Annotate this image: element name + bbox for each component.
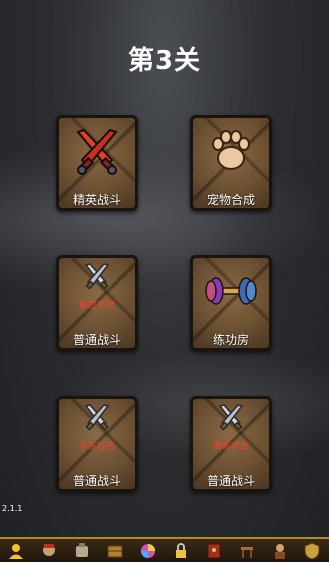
normal-battle-label: 普通战斗: [72, 333, 121, 347]
barbarian-icon[interactable]: [270, 541, 290, 561]
battle-modifier-label: 飘忽不定: [78, 301, 115, 311]
normal-battle-label: 普通战斗: [206, 474, 255, 488]
lock-icon[interactable]: [171, 541, 191, 561]
normal-battle-tile-2[interactable]: 冰冻打击 普通战斗: [56, 396, 138, 492]
background-fog: [0, 150, 329, 290]
crossed-swords-icon: [82, 262, 112, 292]
battle-modifier-label: 冰冻打击: [78, 442, 115, 452]
hero-icon[interactable]: [39, 541, 59, 561]
user-icon[interactable]: [6, 541, 26, 561]
normal-battle-label: 普通战斗: [72, 474, 121, 488]
pet-fusion-label: 宠物合成: [206, 193, 255, 207]
elite-battle-tile[interactable]: 精英战斗: [56, 115, 138, 211]
crossed-swords-icon: [82, 403, 112, 433]
normal-battle-tile-1[interactable]: 飘忽不定 普通战斗: [56, 255, 138, 351]
paw-print-icon: [208, 128, 254, 174]
training-room-tile[interactable]: 练功房: [190, 255, 272, 351]
stool-icon[interactable]: [237, 541, 257, 561]
armor-icon[interactable]: [72, 541, 92, 561]
shield-icon[interactable]: [302, 541, 322, 561]
bottom-dock: [0, 537, 329, 562]
training-room-label: 练功房: [212, 333, 249, 347]
pet-fusion-tile[interactable]: 宠物合成: [190, 115, 272, 211]
battle-modifier-label: 菁系疗法: [212, 442, 249, 452]
elite-battle-label: 精英战斗: [72, 193, 121, 207]
book-icon[interactable]: [204, 541, 224, 561]
crossed-swords-icon: [216, 403, 246, 433]
orb-icon[interactable]: [138, 541, 158, 561]
version-label: 2.1.1: [2, 504, 23, 513]
normal-battle-tile-3[interactable]: 菁系疗法 普通战斗: [190, 396, 272, 492]
crossed-red-swords-icon: [72, 128, 122, 176]
crate-icon[interactable]: [105, 541, 125, 561]
stage-title: 第3关: [127, 46, 202, 76]
dumbbell-icon: [204, 274, 258, 308]
